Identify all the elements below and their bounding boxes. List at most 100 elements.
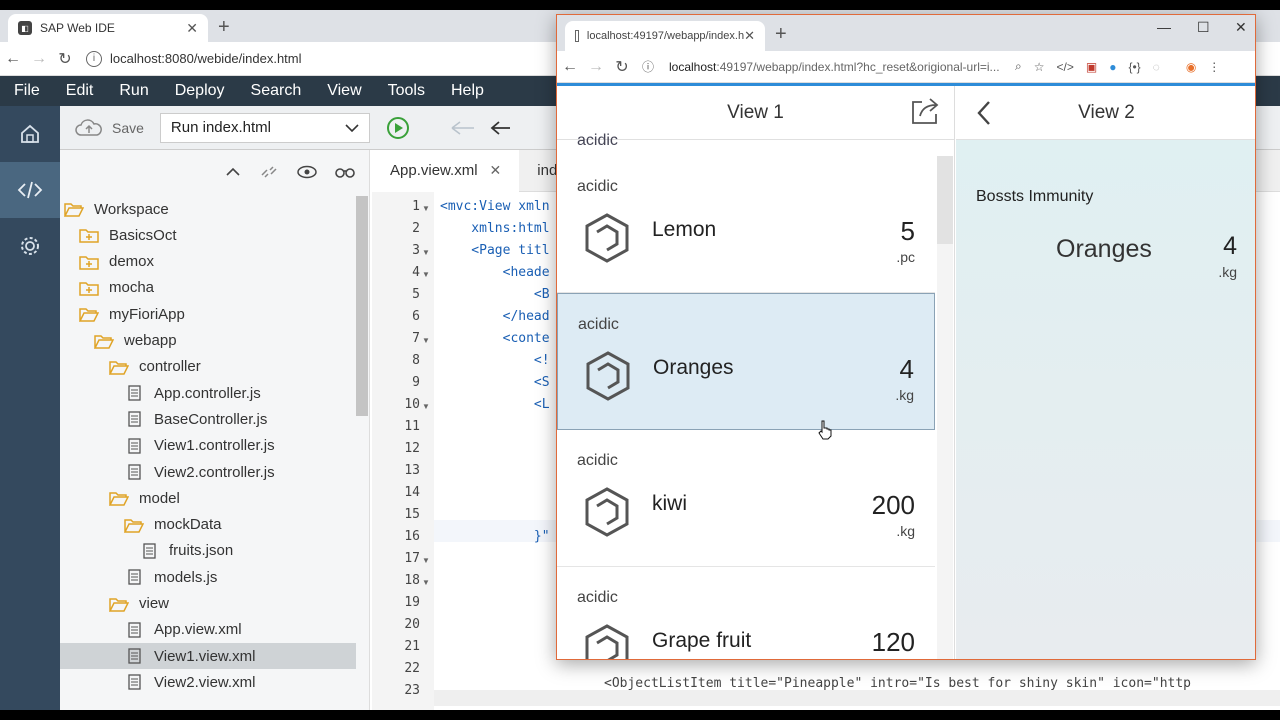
code-editor-icon[interactable] [0,162,60,218]
list-item[interactable]: acidic Lemon 5 .pc [557,156,935,293]
scrollbar-thumb[interactable] [937,156,953,244]
tree-file-item[interactable]: View2.view.xml [60,669,356,695]
ide-browser-tab[interactable]: ◧ SAP Web IDE ✕ [8,14,208,42]
tree-folder-item[interactable]: mocha [60,275,356,301]
menu-run[interactable]: Run [119,82,148,100]
run-play-icon[interactable] [386,116,410,140]
tree-scrollbar[interactable] [356,196,368,416]
menu-tools[interactable]: Tools [388,82,425,100]
fold-toggle-icon[interactable]: ▼ [422,336,430,345]
menu-view[interactable]: View [327,82,361,100]
share-icon[interactable] [910,96,940,129]
tree-folder-item[interactable]: webapp [60,328,356,354]
tree-folder-item[interactable]: demox [60,249,356,275]
back-arrow-icon[interactable]: ← [557,58,583,76]
home-icon[interactable] [0,106,60,162]
close-tab-icon[interactable]: ✕ [744,28,755,44]
code-line-text: <ObjectListItem title="Pineapple" intro=… [604,676,1191,691]
menu-file[interactable]: File [14,82,40,100]
item-intro: acidic [578,316,619,333]
tree-file-item[interactable]: View2.controller.js [60,459,356,485]
tree-folder-item[interactable]: myFioriApp [60,301,356,327]
collapse-up-icon[interactable] [225,167,241,177]
firefox-extension-icon[interactable]: ◉ [1186,60,1196,74]
tree-file-item[interactable]: View1.controller.js [60,433,356,459]
tree-file-item[interactable]: App.view.xml [60,617,356,643]
arrow-left-icon[interactable] [490,120,512,136]
zoom-icon[interactable]: ⌕ [1015,59,1022,74]
tree-file-item[interactable]: App.controller.js [60,380,356,406]
tree-item-label: mockData [154,516,222,534]
list-item[interactable]: acidic Oranges 4 .kg [557,293,935,430]
back-arrow-icon[interactable]: ← [0,50,26,68]
line-number: 17 [404,551,420,566]
fold-toggle-icon[interactable]: ▼ [422,248,430,257]
run-config-select[interactable]: Run index.html [159,112,370,143]
tree-folder-item[interactable]: BasicsOct [60,222,356,248]
fold-toggle-icon[interactable]: ▼ [422,556,430,565]
editor-horizontal-scrollbar[interactable] [434,690,1280,706]
list-scrollbar[interactable] [937,156,953,659]
link-icon[interactable] [259,163,279,181]
close-tab-icon[interactable]: ✕ [186,20,198,37]
line-number: 6 [412,309,420,324]
new-tab-icon[interactable]: + [218,16,230,39]
compare-icon[interactable] [450,119,476,137]
object-intro: Bossts Immunity [976,188,1094,205]
tree-file-item[interactable]: models.js [60,564,356,590]
settings-gear-icon[interactable] [0,218,60,274]
menu-edit[interactable]: Edit [66,82,94,100]
line-number: 7 [412,331,420,346]
item-title: Lemon [652,218,717,241]
code-line: <heade [440,262,550,284]
tree-file-item[interactable]: BaseController.js [60,406,356,432]
tree-folder-item[interactable]: mockData [60,512,356,538]
url-path: :49197/webapp/index.html?hc_reset&origio… [716,59,999,74]
file-icon [128,464,141,480]
binoculars-icon[interactable] [335,165,355,179]
preview-url-field[interactable]: localhost:49197/webapp/index.html?hc_res… [669,60,999,74]
file-icon [128,674,141,691]
close-icon[interactable]: ✕ [490,162,502,179]
tree-folder-item[interactable]: Workspace [60,196,356,222]
fold-toggle-icon[interactable]: ▼ [422,578,430,587]
fold-toggle-icon[interactable]: ▼ [422,270,430,279]
menu-help[interactable]: Help [451,82,484,100]
minimize-icon[interactable]: — [1157,19,1171,35]
kebab-menu-icon[interactable]: ⋮ [1208,60,1220,74]
shield-extension-icon[interactable]: ▣ [1086,60,1097,74]
nav-back-icon[interactable] [976,100,992,129]
json-extension-icon[interactable]: {•} [1128,60,1140,74]
devtools-icon[interactable]: </> [1057,60,1074,74]
line-number: 16 [404,529,420,544]
forward-arrow-icon[interactable]: → [583,58,609,76]
tree-file-item[interactable]: View1.view.xml [60,643,356,670]
fold-toggle-icon[interactable]: ▼ [422,402,430,411]
tree-file-item[interactable]: fruits.json [60,538,356,564]
chat-extension-icon[interactable]: ◌ [1153,60,1160,74]
reload-icon[interactable]: ↻ [609,57,635,77]
list-item[interactable]: acidic Grape fruit 120 [557,567,935,659]
globe-extension-icon[interactable]: ● [1109,60,1116,74]
menu-deploy[interactable]: Deploy [175,82,225,100]
tree-folder-item[interactable]: view [60,591,356,617]
forward-arrow-icon[interactable]: → [26,50,52,68]
menu-search[interactable]: Search [251,82,302,100]
tree-folder-item[interactable]: model [60,485,356,511]
ide-tab-title: SAP Web IDE [40,21,115,35]
eye-icon[interactable] [297,165,317,179]
editor-tab-app-view[interactable]: App.view.xml ✕ [372,150,520,192]
list-item[interactable]: acidic kiwi 200 .kg [557,430,935,567]
line-number: 2 [412,221,420,236]
bookmark-star-icon[interactable]: ☆ [1034,60,1045,74]
preview-browser-tab[interactable]: localhost:49197/webapp/index.h ✕ [565,21,765,51]
ide-url-text: localhost:8080/webide/index.html [110,51,302,66]
close-window-icon[interactable]: ✕ [1235,19,1247,36]
maximize-icon[interactable]: ☐ [1197,19,1210,36]
reload-icon[interactable]: ↻ [52,49,78,69]
fold-toggle-icon[interactable]: ▼ [422,204,430,213]
save-button[interactable]: Save [74,118,144,138]
new-tab-icon[interactable]: + [775,23,787,46]
tree-folder-item[interactable]: controller [60,354,356,380]
line-number: 11 [404,419,420,434]
